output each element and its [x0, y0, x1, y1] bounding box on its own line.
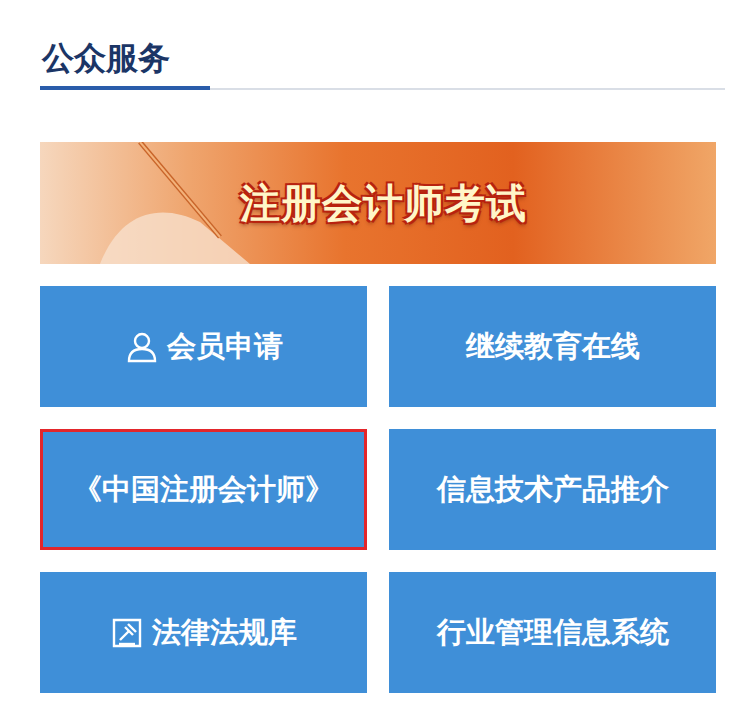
service-tile[interactable]: 会员申请	[40, 286, 367, 407]
person-icon	[125, 330, 159, 364]
exam-banner-label: 注册会计师考试	[230, 173, 527, 233]
service-tile[interactable]: 行业管理信息系统	[389, 572, 716, 693]
tile-label: 行业管理信息系统	[437, 611, 669, 655]
tile-content: 继续教育在线	[466, 325, 640, 369]
tile-content: 会员申请	[125, 325, 283, 369]
service-tile[interactable]: 信息技术产品推介	[389, 429, 716, 550]
tile-label: 信息技术产品推介	[437, 468, 669, 512]
tile-content: 《中国注册会计师》	[73, 468, 334, 512]
tile-content: 行业管理信息系统	[437, 611, 669, 655]
section-header: 公众服务	[40, 38, 725, 90]
tile-content: 信息技术产品推介	[437, 468, 669, 512]
service-tile[interactable]: 法律法规库	[40, 572, 367, 693]
tile-label: 法律法规库	[152, 611, 297, 655]
pen-icon	[100, 142, 250, 264]
public-services-panel: 公众服务注册会计师考试会员申请 继续教育在线《中国注册会计师》 信息技术产品推介法律…	[0, 0, 734, 711]
tile-content: 法律法规库	[110, 611, 297, 655]
service-tile[interactable]: 继续教育在线	[389, 286, 716, 407]
exam-banner[interactable]: 注册会计师考试	[40, 142, 716, 264]
tile-label: 继续教育在线	[466, 325, 640, 369]
tile-label: 《中国注册会计师》	[73, 468, 334, 512]
section-title: 公众服务	[40, 38, 210, 90]
tile-label: 会员申请	[167, 325, 283, 369]
service-grid: 会员申请 继续教育在线《中国注册会计师》 信息技术产品推介法律法规库 行业管理信息系统	[40, 286, 716, 693]
service-tile[interactable]: 《中国注册会计师》	[40, 429, 367, 550]
gavel-icon	[110, 616, 144, 650]
services-body: 注册会计师考试会员申请 继续教育在线《中国注册会计师》 信息技术产品推介法律法规库 行…	[40, 142, 716, 693]
